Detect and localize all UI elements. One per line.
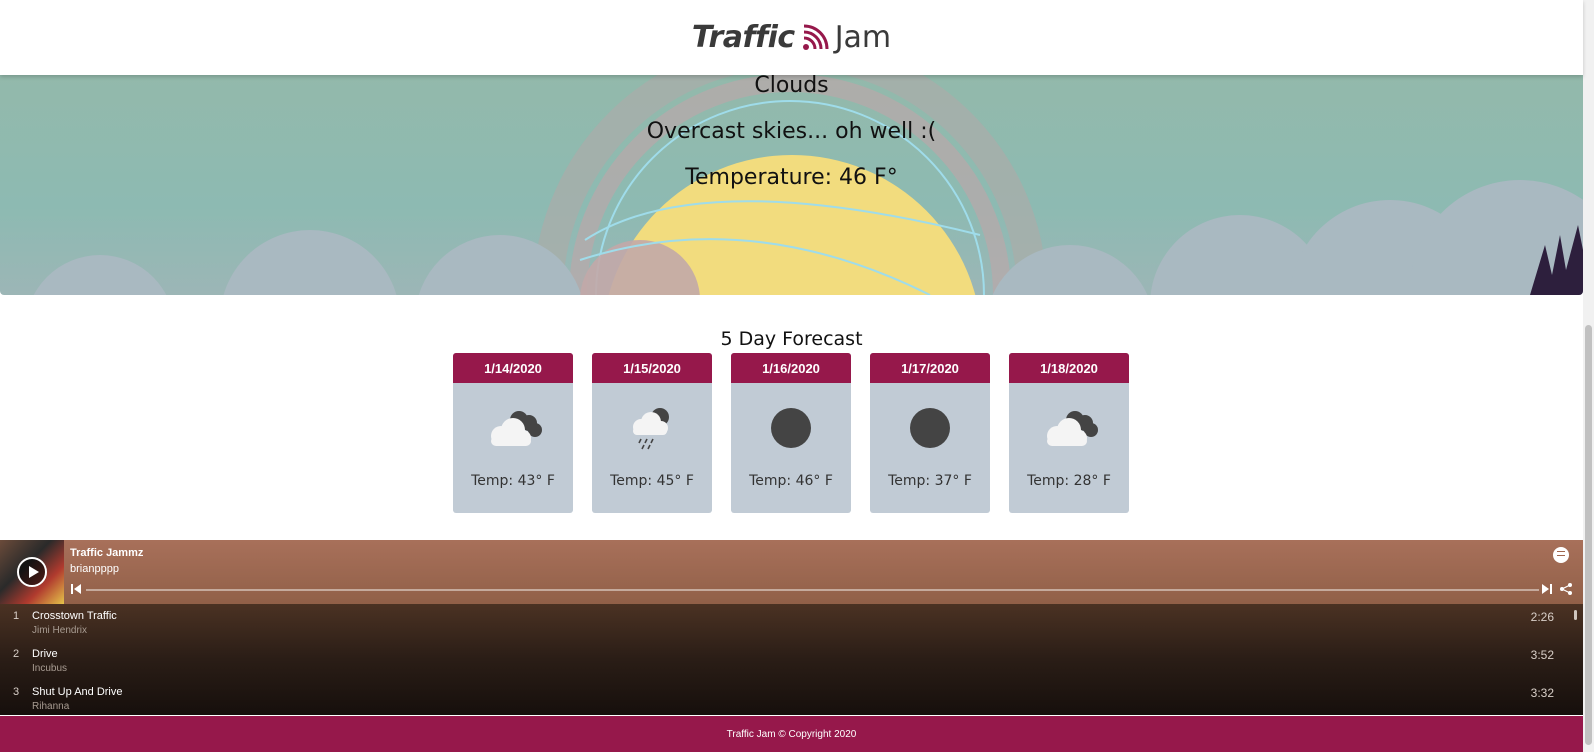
play-button[interactable]: [17, 557, 47, 587]
track-duration: 3:52: [1530, 648, 1554, 662]
forecast-date: 1/14/2020: [453, 353, 573, 383]
site-footer: Traffic Jam © Copyright 2020: [0, 716, 1583, 752]
page: Traffic Jam Clouds Overcast skies... oh …: [0, 0, 1594, 752]
forecast-card: 1/17/2020 Temp: 37° F: [870, 353, 990, 513]
track-name: Crosstown Traffic: [32, 610, 117, 622]
track-name: Drive: [32, 648, 58, 660]
playlist-owner[interactable]: brianpppp: [70, 563, 119, 575]
dark-circle-icon: [870, 383, 990, 473]
forecast-card: 1/15/2020 Temp: 45° F: [592, 353, 712, 513]
track-row[interactable]: 1 Crosstown Traffic Jimi Hendrix 2:26: [0, 604, 1583, 640]
forecast-temp: Temp: 37° F: [888, 473, 972, 489]
share-icon[interactable]: [1559, 582, 1573, 596]
rss-signal-icon: [801, 24, 829, 52]
forecast-temp: Temp: 46° F: [749, 473, 833, 489]
partly-cloudy-icon: [453, 383, 573, 473]
forecast-date: 1/15/2020: [592, 353, 712, 383]
next-track-icon[interactable]: [1541, 583, 1553, 595]
forecast-title: 5 Day Forecast: [720, 328, 863, 350]
partly-cloudy-icon: [1009, 383, 1129, 473]
spotify-icon[interactable]: [1553, 547, 1569, 563]
forecast-card: 1/14/2020 Temp: 43° F: [453, 353, 573, 513]
page-scrollbar[interactable]: [1583, 0, 1594, 752]
site-header: Traffic Jam: [0, 0, 1583, 75]
track-number: 3: [13, 686, 20, 698]
playlist-title[interactable]: Traffic Jammz: [70, 547, 143, 559]
forecast-date: 1/18/2020: [1009, 353, 1129, 383]
track-duration: 3:32: [1530, 686, 1554, 700]
spotify-player: Traffic Jammz brianpppp 1 Crosstown Traf…: [0, 540, 1583, 715]
cloud-rain-icon: [592, 383, 712, 473]
track-name: Shut Up And Drive: [32, 686, 123, 698]
track-artist: Jimi Hendrix: [32, 625, 88, 636]
track-duration: 2:26: [1530, 610, 1554, 624]
forecast-temp: Temp: 45° F: [610, 473, 694, 489]
forecast-card: 1/16/2020 Temp: 46° F: [731, 353, 851, 513]
dark-circle-icon: [731, 383, 851, 473]
track-progress-bar[interactable]: [86, 589, 1539, 591]
forecast-temp: Temp: 43° F: [471, 473, 555, 489]
track-row[interactable]: 2 Drive Incubus 3:52: [0, 642, 1583, 678]
forecast-card: 1/18/2020 Temp: 28° F: [1009, 353, 1129, 513]
site-logo[interactable]: Traffic Jam: [692, 20, 891, 55]
current-temperature: Temperature: 46 F°: [685, 165, 898, 190]
forecast-temp: Temp: 28° F: [1027, 473, 1111, 489]
previous-track-icon[interactable]: [70, 583, 82, 595]
forecast-cards: 1/14/2020 Temp: 43° F 1/15/2020 Temp: 45…: [453, 353, 1129, 513]
logo-text-bold: Traffic: [691, 20, 795, 55]
forecast-date: 1/17/2020: [870, 353, 990, 383]
track-number: 1: [13, 610, 20, 622]
track-artist: Incubus: [32, 663, 68, 674]
track-artist: Rihanna: [32, 701, 70, 712]
player-header: Traffic Jammz brianpppp: [0, 540, 1583, 604]
weather-condition: Clouds: [754, 75, 829, 98]
track-list: 1 Crosstown Traffic Jimi Hendrix 2:26 2 …: [0, 604, 1583, 715]
track-number: 2: [13, 648, 20, 660]
copyright-text: Traffic Jam © Copyright 2020: [726, 728, 857, 740]
page-scrollbar-thumb[interactable]: [1585, 325, 1592, 745]
track-row[interactable]: 3 Shut Up And Drive Rihanna 3:32: [0, 680, 1583, 715]
weather-hero: Clouds Overcast skies... oh well :( Temp…: [0, 75, 1583, 295]
weather-description: Overcast skies... oh well :(: [646, 119, 937, 144]
logo-text-light: Jam: [834, 20, 892, 55]
forecast-date: 1/16/2020: [731, 353, 851, 383]
play-icon: [28, 566, 39, 578]
